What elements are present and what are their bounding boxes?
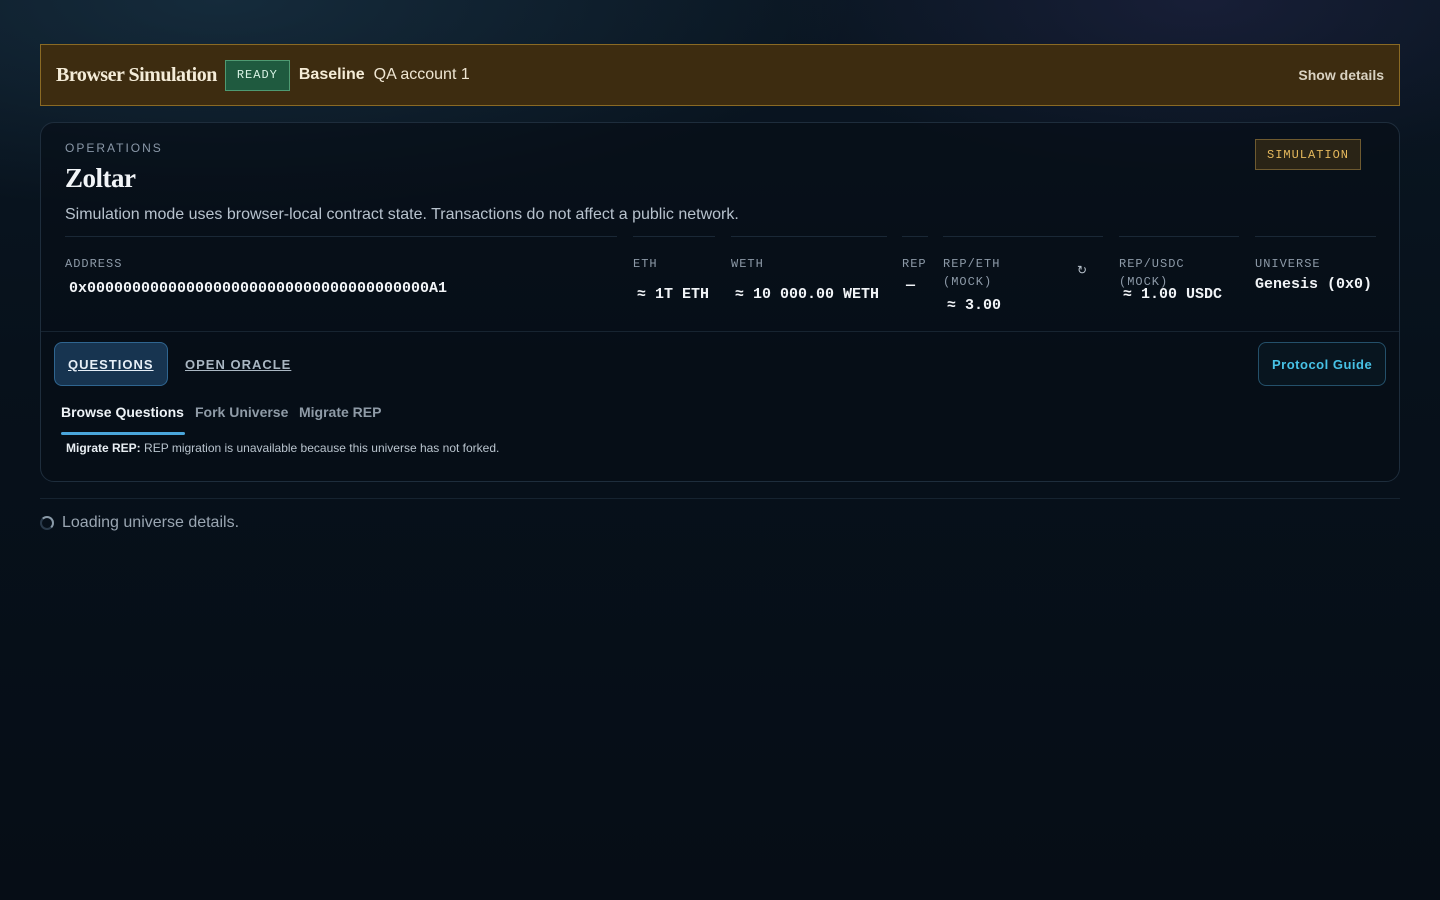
notice-title: Migrate REP: <box>66 441 141 455</box>
stat-label-line: (MOCK) <box>943 275 993 289</box>
tab-open-oracle[interactable]: OPEN ORACLE <box>172 342 304 386</box>
stat-rep: REP — <box>902 236 928 331</box>
stat-label: ADDRESS <box>65 257 123 271</box>
stat-rep-usdc: REP/USDC (MOCK) ≈ 1.00 USDC <box>1119 236 1239 331</box>
stat-eth: ETH ≈ 1T ETH <box>633 236 715 331</box>
tab-questions[interactable]: QUESTIONS <box>54 342 168 386</box>
subtab-migrate-rep[interactable]: Migrate REP <box>299 404 381 420</box>
subtab-browse-questions[interactable]: Browse Questions <box>61 404 184 420</box>
stat-address: ADDRESS 0x000000000000000000000000000000… <box>65 236 617 331</box>
status-badge: READY <box>224 59 290 91</box>
page-title: Zoltar <box>65 163 136 193</box>
stat-label: WETH <box>731 257 764 271</box>
rep-eth-price: ≈ 3.00 <box>947 297 1002 314</box>
rep-usdc-price: ≈ 1.00 USDC <box>1123 286 1223 303</box>
divider <box>40 498 1400 499</box>
eth-balance: ≈ 1T ETH <box>637 286 710 303</box>
simulation-mode-tag: SIMULATION <box>1255 139 1362 170</box>
scenario-name: Baseline <box>298 66 365 83</box>
loading-indicator: Loading universe details. <box>40 514 239 532</box>
simulation-banner: Browser Simulation READY Baseline QA acc… <box>40 44 1400 106</box>
divider <box>41 331 1399 332</box>
simulation-title: Browser Simulation <box>56 63 217 86</box>
protocol-guide-button[interactable]: Protocol Guide <box>1258 342 1387 386</box>
section-eyebrow: OPERATIONS <box>65 141 163 155</box>
rep-balance: — <box>906 277 916 294</box>
operations-card: OPERATIONS Zoltar SIMULATION Simulation … <box>40 122 1400 482</box>
notice-text: REP migration is unavailable because thi… <box>144 441 500 455</box>
page-subtitle: Simulation mode uses browser-local contr… <box>65 206 739 223</box>
stat-label: REP/ETH (MOCK) <box>943 255 1000 291</box>
show-details-button[interactable]: Show details <box>1298 67 1384 83</box>
migrate-rep-notice: Migrate REP: REP migration is unavailabl… <box>66 441 499 455</box>
account-name: QA account 1 <box>373 66 470 83</box>
stat-weth: WETH ≈ 10 000.00 WETH <box>731 236 887 331</box>
stat-label: REP <box>902 257 927 271</box>
active-subtab-indicator <box>61 432 185 435</box>
account-stats: ADDRESS 0x000000000000000000000000000000… <box>41 236 1399 331</box>
refresh-icon[interactable]: ↻ <box>1077 263 1087 277</box>
stat-label: UNIVERSE <box>1255 257 1321 271</box>
stat-rep-eth: REP/ETH (MOCK) ↻ ≈ 3.00 <box>943 236 1103 331</box>
stat-universe: UNIVERSE Genesis (0x0) <box>1255 236 1376 331</box>
subtab-fork-universe[interactable]: Fork Universe <box>195 404 288 420</box>
address-value[interactable]: 0x00000000000000000000000000000000000000… <box>69 280 447 297</box>
stat-label-line: REP/ETH <box>943 257 1001 271</box>
loading-text: Loading universe details. <box>62 514 240 531</box>
spinner-icon <box>40 516 54 530</box>
universe-value: Genesis (0x0) <box>1255 276 1373 293</box>
stat-label: ETH <box>633 257 658 271</box>
weth-balance: ≈ 10 000.00 WETH <box>735 286 880 303</box>
